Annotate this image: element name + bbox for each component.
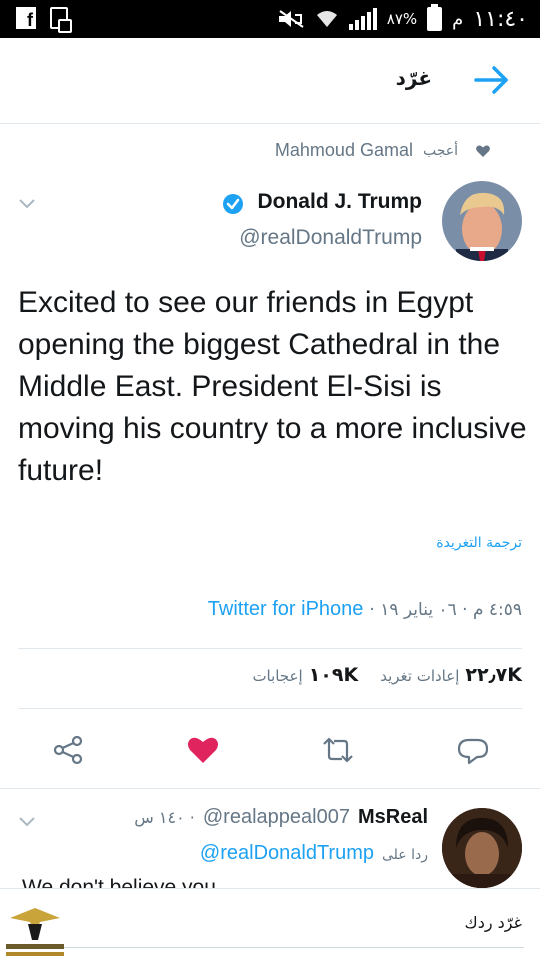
chevron-down-icon[interactable]: [18, 816, 36, 828]
reply-author-name[interactable]: MsReal: [358, 806, 428, 829]
sim-card-icon: [50, 7, 72, 33]
retweet-icon[interactable]: [320, 732, 356, 768]
translate-tweet-link[interactable]: ترجمة التغريدة: [436, 535, 522, 551]
battery-percent: ٨٧%: [386, 10, 418, 28]
signal-icon: [348, 8, 377, 30]
top-app-bar: غرّد: [0, 38, 540, 124]
mute-icon: [278, 10, 304, 28]
replying-to-mention[interactable]: @realDonaldTrump: [200, 842, 374, 865]
divider: [18, 708, 522, 709]
back-arrow-icon[interactable]: [472, 60, 512, 100]
reply-time: · ١٤٠ س: [134, 808, 195, 827]
reply-text: We don't believe you: [22, 876, 216, 888]
page-title: غرّد: [395, 66, 432, 90]
reply-compose-bar[interactable]: غرّد ردك: [0, 888, 540, 960]
liked-by-line[interactable]: أعجب Mahmoud Gamal: [274, 140, 490, 161]
status-ampm: م: [452, 8, 464, 30]
heart-small-icon: [476, 145, 490, 157]
liked-label: أعجب: [422, 142, 458, 159]
tweet-timestamp: ٤:٥٩ م · ٠٦ يناير ١٩ ·: [369, 600, 522, 620]
reply-icon[interactable]: [455, 732, 491, 768]
likes-label: إعجابات: [252, 667, 303, 685]
likes-count: ١٠٩K: [308, 664, 359, 686]
like-heart-icon[interactable]: [185, 732, 221, 768]
status-bar: f ٨٧% م ١١:٤٠: [0, 0, 540, 38]
author-handle[interactable]: @realDonaldTrump: [239, 226, 422, 250]
verified-badge-icon: [223, 194, 243, 214]
reply-compose-placeholder[interactable]: غرّد ردك: [465, 913, 522, 932]
watermark-logo: [6, 908, 64, 956]
retweets-label: إعادات تغريد: [380, 667, 460, 685]
tweet-source-link[interactable]: Twitter for iPhone: [208, 598, 364, 621]
wifi-icon: [316, 11, 337, 27]
replying-label: ردا على: [382, 847, 428, 863]
tweet-text: Excited to see our friends in Egypt open…: [18, 286, 527, 487]
battery-icon: [427, 4, 443, 31]
retweets-stat[interactable]: ٢٢٫٧K إعادات تغريد: [380, 664, 522, 686]
facebook-notification-icon: f: [16, 7, 36, 29]
tweet-meta: ٤:٥٩ م · ٠٦ يناير ١٩ · Twitter for iPhon…: [208, 598, 522, 621]
author-name[interactable]: Donald J. Trump: [257, 190, 422, 214]
reply-author-handle[interactable]: @realappeal007: [203, 806, 350, 829]
reply-header: MsReal @realappeal007 · ١٤٠ س: [134, 806, 428, 829]
status-time: ١١:٤٠: [473, 6, 528, 32]
divider: [18, 648, 522, 649]
likes-stat[interactable]: ١٠٩K إعجابات: [252, 664, 358, 686]
share-icon[interactable]: [50, 732, 86, 768]
compose-underline: [16, 947, 524, 948]
retweets-count: ٢٢٫٧K: [465, 664, 522, 686]
replying-to-line: ردا على @realDonaldTrump: [200, 842, 428, 865]
reply-avatar[interactable]: [442, 808, 522, 888]
divider: [0, 788, 540, 789]
engagement-counts: ٢٢٫٧K إعادات تغريد ١٠٩K إعجابات: [252, 664, 522, 686]
liked-by-name: Mahmoud Gamal: [274, 140, 413, 160]
author-avatar[interactable]: [442, 181, 522, 261]
chevron-down-icon[interactable]: [18, 198, 36, 210]
